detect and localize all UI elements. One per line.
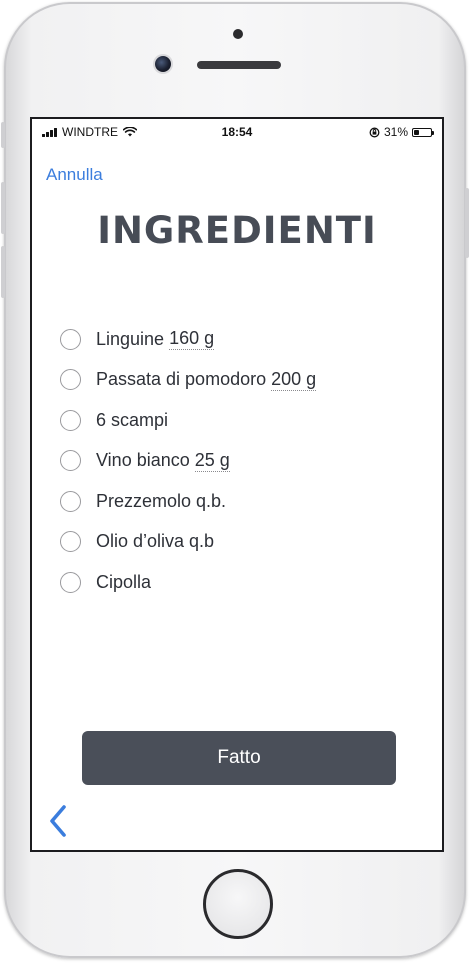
screen: WINDTRE 18:54 31% Annulla INGREDIENTI Li… [30,117,444,852]
ingredient-checkbox[interactable] [60,369,81,391]
cancel-button[interactable]: Annulla [46,165,103,185]
power-button [465,188,469,258]
phone-frame: WINDTRE 18:54 31% Annulla INGREDIENTI Li… [1,2,469,958]
ingredient-item[interactable]: 6 scampi [60,400,316,441]
front-camera [155,56,171,72]
status-bar-right: 31% [369,125,434,139]
ingredient-checkbox[interactable] [60,531,81,553]
rotation-lock-icon [369,127,380,137]
proximity-sensor [233,29,243,39]
ingredient-quantity: 25 g [194,449,230,472]
volume-down-button [1,246,5,298]
battery-fill [414,129,419,135]
ingredient-checkbox[interactable] [60,409,81,431]
ingredient-item[interactable]: Vino bianco 25 g [60,441,316,482]
volume-up-button [1,182,5,234]
battery-percent: 31% [383,125,408,139]
ingredient-quantity: 200 g [271,368,317,391]
ingredient-checkbox[interactable] [60,450,81,472]
home-button[interactable] [203,869,273,939]
ingredient-name: Linguine [96,328,165,349]
ingredient-name: Prezzemolo q.b. [96,490,227,511]
ingredient-name: Olio d’oliva q.b [96,531,215,552]
ingredient-name: Cipolla [96,571,152,592]
ingredient-name: 6 scampi [96,409,169,430]
done-button[interactable]: Fatto [82,731,396,785]
ingredient-item[interactable]: Cipolla [60,562,316,603]
ingredient-checkbox[interactable] [60,490,81,512]
battery-icon [412,127,434,137]
ingredient-checkbox[interactable] [60,571,81,593]
status-bar: WINDTRE 18:54 31% [32,119,442,145]
ingredient-item[interactable]: Prezzemolo q.b. [60,481,316,522]
page-title: INGREDIENTI [97,209,377,252]
ingredient-name: Passata di pomodoro [96,369,267,390]
ingredient-item[interactable]: Olio d’oliva q.b [60,522,316,563]
ingredient-quantity: 160 g [169,328,215,351]
ingredient-item[interactable]: Passata di pomodoro 200 g [60,360,317,401]
ingredient-checkbox[interactable] [60,328,81,350]
earpiece-speaker [197,61,281,69]
chevron-left-icon[interactable] [44,803,72,839]
silent-switch [1,122,5,148]
ingredient-item[interactable]: Linguine 160 g [60,319,316,360]
ingredient-name: Vino bianco [96,450,190,471]
ingredient-list: Linguine 160 g Passata di pomodoro 200 g6 s… [60,319,317,603]
